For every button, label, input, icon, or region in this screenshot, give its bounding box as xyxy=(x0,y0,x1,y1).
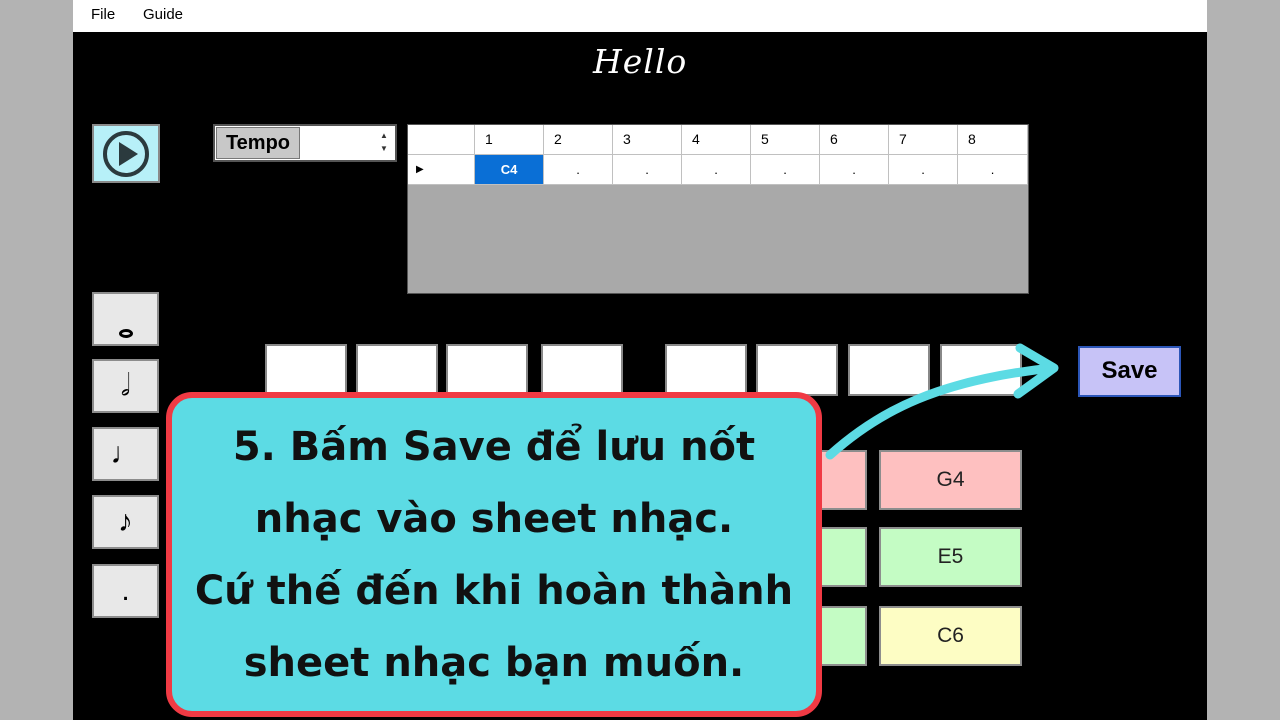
pointer-arrow-icon xyxy=(825,343,1059,460)
grid-column-header[interactable]: 6 xyxy=(820,125,889,155)
note-slot[interactable] xyxy=(665,344,747,396)
app-title: Hello xyxy=(593,42,688,81)
whole-note-button[interactable] xyxy=(92,292,159,346)
eighth-note-button[interactable]: ♪ xyxy=(92,495,159,549)
note-slot[interactable] xyxy=(356,344,438,396)
grid-cell[interactable]: . xyxy=(751,155,820,185)
note-key-c6[interactable]: C6 xyxy=(879,606,1022,666)
grid-cell[interactable]: . xyxy=(820,155,889,185)
grid-column-header[interactable]: 1 xyxy=(475,125,544,155)
grid-cell[interactable]: . xyxy=(958,155,1028,185)
menu-bar: File Guide xyxy=(73,0,1207,32)
note-key-e5[interactable]: E5 xyxy=(879,527,1022,587)
whole-note-icon xyxy=(118,329,133,338)
dot-button[interactable]: . xyxy=(92,564,159,618)
note-grid[interactable]: 1 2 3 4 5 6 7 8 ▶ C4 . . . . . . . xyxy=(407,124,1029,294)
grid-cell[interactable]: . xyxy=(889,155,958,185)
spin-up-icon[interactable]: ▲ xyxy=(377,129,391,142)
callout-line: Cứ thế đến khi hoàn thành xyxy=(194,567,794,614)
row-marker-icon[interactable]: ▶ xyxy=(408,155,475,185)
grid-column-header[interactable]: 8 xyxy=(958,125,1028,155)
callout-line: sheet nhạc bạn muốn. xyxy=(243,639,745,686)
grid-cell[interactable]: C4 xyxy=(475,155,544,185)
grid-column-header[interactable]: 7 xyxy=(889,125,958,155)
play-button[interactable] xyxy=(92,124,160,183)
save-button[interactable]: Save xyxy=(1078,346,1181,397)
half-note-button[interactable]: 𝅗𝅥 xyxy=(92,359,159,413)
grid-header-row: 1 2 3 4 5 6 7 8 xyxy=(408,125,1028,155)
grid-column-header[interactable]: 4 xyxy=(682,125,751,155)
callout-line: nhạc vào sheet nhạc. xyxy=(254,495,734,542)
note-slot[interactable] xyxy=(446,344,528,396)
play-icon xyxy=(103,130,149,177)
grid-cell[interactable]: . xyxy=(544,155,613,185)
grid-cell[interactable]: . xyxy=(613,155,682,185)
note-slot[interactable] xyxy=(541,344,623,396)
grid-column-header[interactable]: 3 xyxy=(613,125,682,155)
grid-column-header[interactable]: 5 xyxy=(751,125,820,155)
grid-corner xyxy=(408,125,475,155)
table-row: ▶ C4 . . . . . . . xyxy=(408,155,1028,185)
instruction-callout: 5. Bấm Save để lưu nốt nhạc vào sheet nh… xyxy=(166,392,822,717)
tempo-spinner[interactable]: ▲ ▼ xyxy=(377,129,391,157)
callout-line: 5. Bấm Save để lưu nốt xyxy=(232,423,756,470)
menu-file[interactable]: File xyxy=(91,6,115,23)
note-slot[interactable] xyxy=(265,344,347,396)
tempo-input[interactable] xyxy=(305,128,379,160)
spin-down-icon[interactable]: ▼ xyxy=(377,142,391,155)
tempo-control: Tempo ▲ ▼ xyxy=(213,124,397,162)
quarter-note-button[interactable]: ♩ xyxy=(92,427,159,481)
tempo-label: Tempo xyxy=(216,127,300,159)
grid-column-header[interactable]: 2 xyxy=(544,125,613,155)
menu-guide[interactable]: Guide xyxy=(143,6,183,23)
grid-cell[interactable]: . xyxy=(682,155,751,185)
